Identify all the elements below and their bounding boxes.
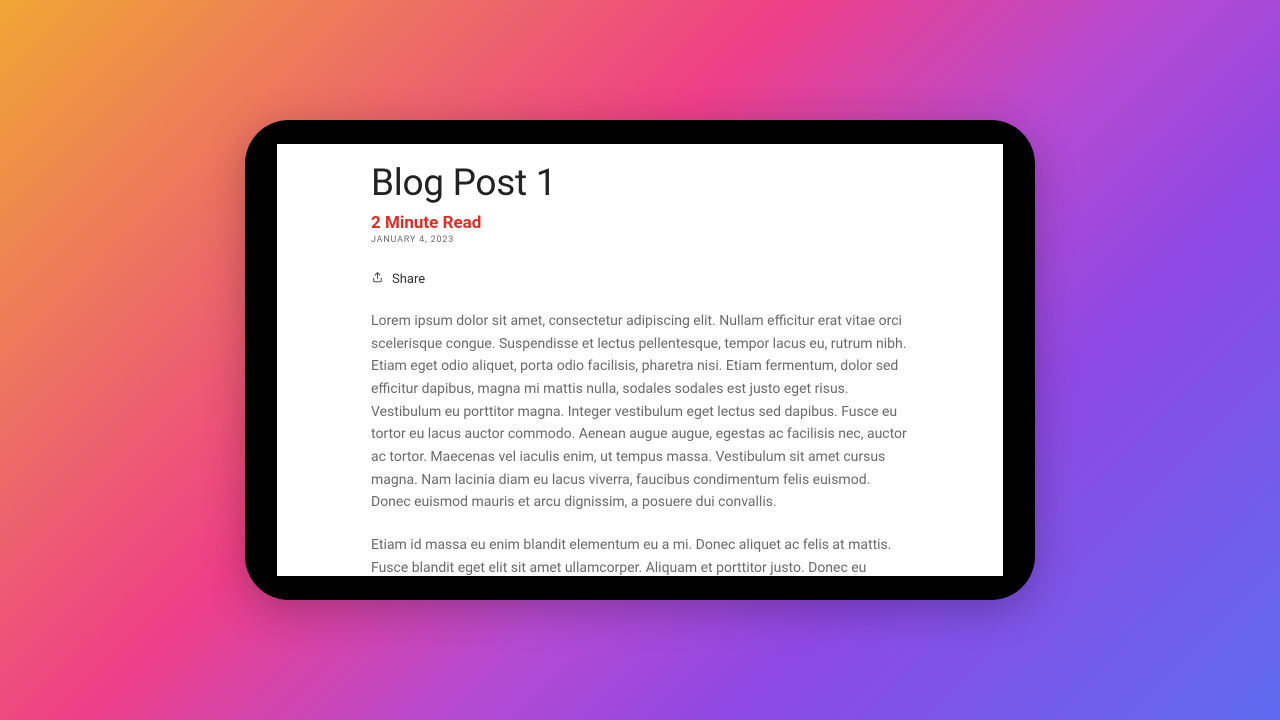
gradient-background: Blog Post 1 2 Minute Read JANUARY 4, 202… <box>0 0 1280 720</box>
share-icon <box>371 271 384 288</box>
read-time: 2 Minute Read <box>371 213 909 233</box>
share-button[interactable]: Share <box>371 271 425 288</box>
paragraph: Lorem ipsum dolor sit amet, consectetur … <box>371 310 909 514</box>
paragraph: Etiam id massa eu enim blandit elementum… <box>371 534 909 576</box>
article: Blog Post 1 2 Minute Read JANUARY 4, 202… <box>371 162 909 576</box>
post-title: Blog Post 1 <box>371 162 909 205</box>
device-frame: Blog Post 1 2 Minute Read JANUARY 4, 202… <box>245 120 1035 600</box>
share-label: Share <box>392 272 425 287</box>
post-date: JANUARY 4, 2023 <box>371 235 909 245</box>
post-body: Lorem ipsum dolor sit amet, consectetur … <box>371 310 909 576</box>
screen: Blog Post 1 2 Minute Read JANUARY 4, 202… <box>277 144 1003 576</box>
